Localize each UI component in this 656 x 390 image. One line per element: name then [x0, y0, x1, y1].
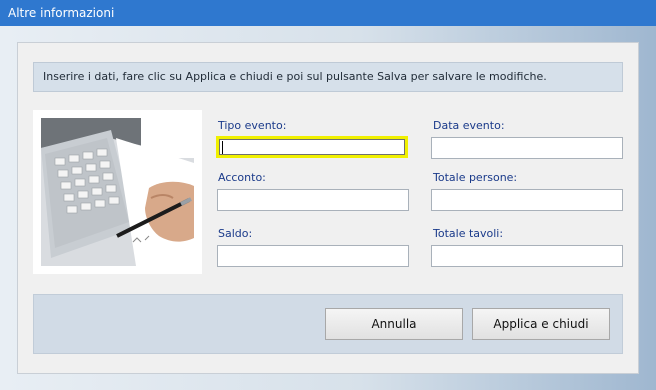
window-title: Altre informazioni — [8, 6, 115, 20]
apply-close-button[interactable]: Applica e chiudi — [472, 308, 610, 340]
instructions-text: Inserire i dati, fare clic su Applica e … — [43, 70, 547, 83]
totale-persone-label: Totale persone: — [433, 171, 518, 184]
acconto-input[interactable] — [217, 189, 409, 211]
calculator-photo — [33, 110, 202, 274]
dialog-window: Altre informazioni Inserire i dati, fare… — [0, 0, 656, 390]
totale-tavoli-input[interactable] — [431, 245, 623, 267]
data-evento-input[interactable] — [431, 137, 623, 159]
acconto-label: Acconto: — [218, 171, 266, 184]
data-evento-label: Data evento: — [433, 119, 505, 132]
calculator-hand-icon — [41, 118, 194, 266]
saldo-label: Saldo: — [218, 227, 253, 240]
tipo-evento-label: Tipo evento: — [218, 119, 287, 132]
text-caret — [222, 141, 223, 154]
instructions-banner: Inserire i dati, fare clic su Applica e … — [33, 62, 623, 92]
cancel-button[interactable]: Annulla — [325, 308, 463, 340]
totale-tavoli-label: Totale tavoli: — [433, 227, 504, 240]
saldo-input[interactable] — [217, 245, 409, 267]
title-bar: Altre informazioni — [0, 0, 656, 26]
totale-persone-input[interactable] — [431, 189, 623, 211]
tipo-evento-input[interactable] — [216, 136, 408, 158]
